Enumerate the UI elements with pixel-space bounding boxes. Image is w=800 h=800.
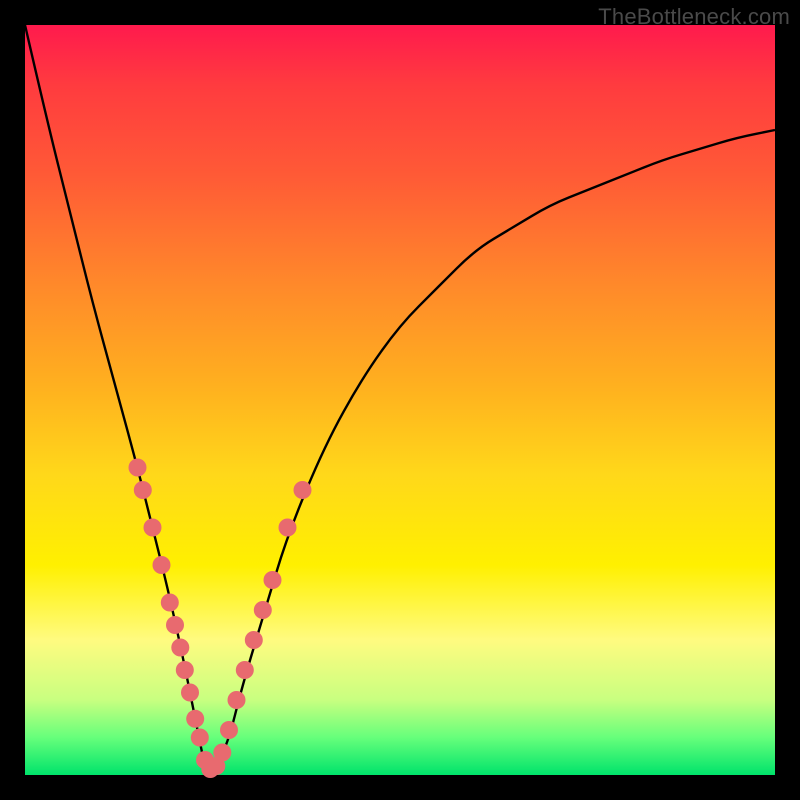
curve-dot — [264, 571, 282, 589]
curve-dot — [213, 744, 231, 762]
curve-dot — [176, 661, 194, 679]
curve-dot — [134, 481, 152, 499]
curve-dot — [161, 594, 179, 612]
bottleneck-svg — [25, 25, 775, 775]
plot-area — [25, 25, 775, 775]
curve-dot — [228, 691, 246, 709]
curve-dot — [129, 459, 147, 477]
curve-dot — [245, 631, 263, 649]
chart-frame: TheBottleneck.com — [0, 0, 800, 800]
curve-dot — [166, 616, 184, 634]
curve-dot — [153, 556, 171, 574]
curve-dot — [181, 684, 199, 702]
watermark-text: TheBottleneck.com — [598, 4, 790, 30]
curve-dot — [236, 661, 254, 679]
curve-dot — [171, 639, 189, 657]
curve-dot — [191, 729, 209, 747]
bottleneck-curve — [25, 25, 775, 770]
curve-dot — [186, 710, 204, 728]
curve-dots — [129, 459, 312, 779]
curve-dot — [279, 519, 297, 537]
curve-dot — [220, 721, 238, 739]
curve-dot — [294, 481, 312, 499]
curve-dot — [144, 519, 162, 537]
curve-dot — [254, 601, 272, 619]
